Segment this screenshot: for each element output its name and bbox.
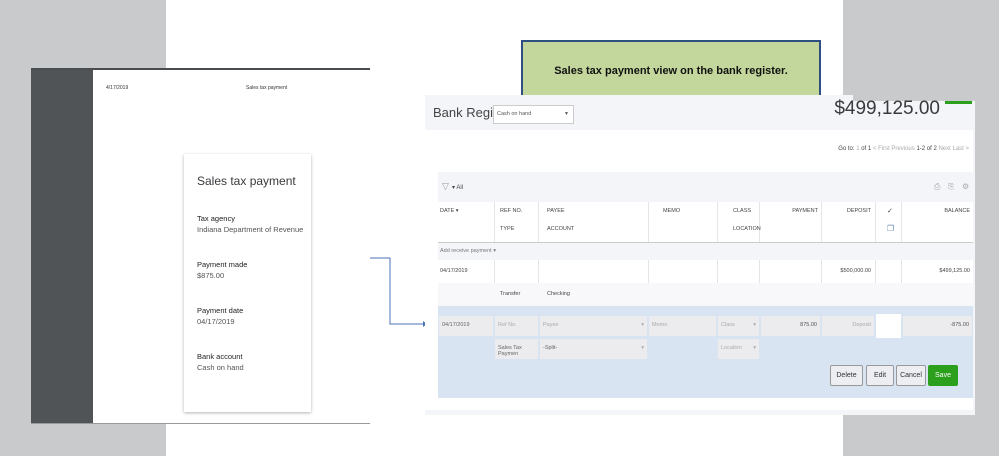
delete-button[interactable]: Delete xyxy=(830,365,863,386)
col-deposit[interactable]: DEPOSIT xyxy=(831,208,871,214)
export-icon[interactable]: ⎘ xyxy=(948,182,954,192)
row-type: Transfer xyxy=(500,291,521,297)
field-value: Indiana Department of Revenue xyxy=(197,225,304,234)
page-input[interactable]: 1 xyxy=(856,146,859,152)
field-label: Bank account xyxy=(197,352,243,361)
field-label: Payment made xyxy=(197,260,248,269)
range-label: 1-2 of 2 xyxy=(916,146,937,152)
col-payee[interactable]: PAYEE xyxy=(547,208,565,214)
edit-row: 04/17/2019 Ref No. Payee ▾ Memo Class ▾ 87… xyxy=(438,306,973,398)
memo-input[interactable]: Memo xyxy=(649,316,716,336)
payment-input[interactable]: 875.00 xyxy=(761,316,820,336)
col-ref[interactable]: REF NO. xyxy=(500,208,522,214)
col-type[interactable]: TYPE xyxy=(500,226,514,232)
last-link[interactable]: Last > xyxy=(952,146,969,152)
save-button[interactable]: Save xyxy=(928,365,958,386)
col-memo[interactable]: MEMO xyxy=(663,208,680,214)
field-value: $875.00 xyxy=(197,271,225,280)
pagination: Go to: 1 of 1 < First Previous 1-2 of 2 … xyxy=(838,146,969,152)
bank-register-screenshot: Bank Register Cash on hand ▼ $499,125.00 … xyxy=(425,95,975,415)
filter-all[interactable]: ▾ All xyxy=(452,184,463,191)
accent-bar xyxy=(945,101,972,104)
class-select[interactable]: Class ▾ xyxy=(718,316,759,336)
account-select[interactable]: -Split- ▾ xyxy=(540,339,647,359)
print-icon[interactable]: ⎙ xyxy=(934,182,940,192)
chevron-down-icon: ▾ xyxy=(753,345,756,351)
gear-icon[interactable]: ⚙ xyxy=(962,182,969,191)
reconcile-box[interactable] xyxy=(876,314,901,338)
first-link[interactable]: < First xyxy=(873,146,890,152)
filter-icon[interactable]: ▽ xyxy=(442,181,449,192)
page-count: of 1 xyxy=(861,146,872,152)
col-balance[interactable]: BALANCE xyxy=(928,208,970,214)
goto-label: Go to: xyxy=(838,146,855,152)
col-location[interactable]: LOCATION xyxy=(733,226,761,232)
connector-arrow-icon xyxy=(370,257,427,327)
chevron-down-icon: ▾ xyxy=(641,322,644,328)
register-balance: $499,125.00 xyxy=(834,98,940,119)
payee-select[interactable]: Payee ▾ xyxy=(540,316,647,336)
ref-input[interactable]: Ref No. xyxy=(495,316,538,336)
copy-icon[interactable]: ❐ xyxy=(887,224,894,233)
toolbar-row: ▽ ▾ All ⎙ ⎘ ⚙ xyxy=(438,172,973,202)
register-table: ▽ ▾ All ⎙ ⎘ ⚙ DATE ▾ REF NO. TYPE PAYEE … xyxy=(438,172,973,398)
edit-button[interactable]: Edit xyxy=(866,365,894,386)
deposit-input[interactable]: Deposit xyxy=(822,316,874,336)
next-link[interactable]: Next xyxy=(938,146,950,152)
card-title: Sales tax payment xyxy=(197,174,296,188)
sales-tax-payment-screenshot: 4/17/2019 Sales tax payment Sales tax pa… xyxy=(31,68,370,424)
chevron-down-icon: ▼ xyxy=(564,111,569,117)
previous-link[interactable]: Previous xyxy=(891,146,914,152)
col-account[interactable]: ACCOUNT xyxy=(547,226,574,232)
col-class[interactable]: CLASS xyxy=(733,208,751,214)
field-value: Cash on hand xyxy=(197,363,244,372)
add-payment-row[interactable]: Add receive payment ▾ xyxy=(438,243,973,260)
callout-box: Sales tax payment view on the bank regis… xyxy=(521,40,821,102)
col-date[interactable]: DATE ▾ xyxy=(440,208,459,214)
row-deposit: $500,000.00 xyxy=(840,268,871,274)
header-row: DATE ▾ REF NO. TYPE PAYEE ACCOUNT MEMO C… xyxy=(438,202,973,243)
payment-card: Sales tax payment Tax agency Indiana Dep… xyxy=(184,154,311,412)
account-value: Cash on hand xyxy=(497,111,532,117)
location-select[interactable]: Location ▾ xyxy=(718,339,759,359)
date-input[interactable]: 04/17/2019 xyxy=(439,316,493,336)
balance-field: -875.00 xyxy=(903,316,972,336)
type-field: Sales Tax Paymen xyxy=(495,339,538,359)
row-account: Checking xyxy=(547,291,570,297)
filter-label: All xyxy=(456,185,464,191)
field-label: Payment date xyxy=(197,306,244,315)
side-panel xyxy=(31,70,93,423)
col-reconcile[interactable]: ✓ xyxy=(887,207,893,215)
table-row[interactable]: 04/17/2019 $500,000.00 $499,125.00 Trans… xyxy=(438,260,973,306)
col-payment[interactable]: PAYMENT xyxy=(778,208,818,214)
cancel-button[interactable]: Cancel xyxy=(896,365,926,386)
row-balance: $499,125.00 xyxy=(939,268,970,274)
field-label: Tax agency xyxy=(197,214,235,223)
add-payment-link[interactable]: Add receive payment ▾ xyxy=(440,248,496,254)
chevron-down-icon: ▾ xyxy=(641,345,644,351)
account-select[interactable]: Cash on hand ▼ xyxy=(493,105,574,124)
print-header: Sales tax payment xyxy=(246,85,288,91)
chevron-down-icon: ▾ xyxy=(753,322,756,328)
print-date: 4/17/2019 xyxy=(106,85,129,91)
row-date: 04/17/2019 xyxy=(440,268,468,274)
field-value: 04/17/2019 xyxy=(197,317,235,326)
